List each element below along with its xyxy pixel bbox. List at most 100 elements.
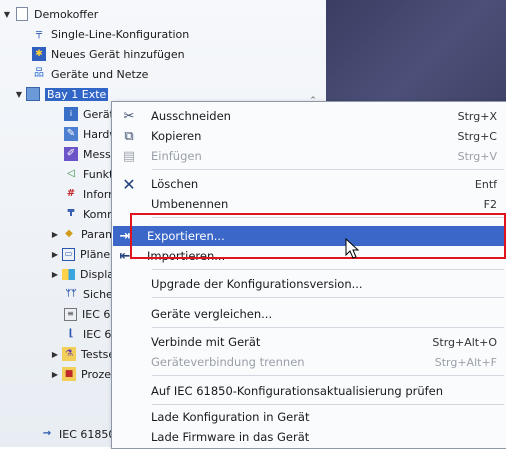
menu-item-import[interactable]: ⇤ Importieren...	[113, 246, 505, 266]
menu-item-label: Geräte vergleichen...	[151, 307, 273, 321]
menu-item-shortcut: Strg+Alt+O	[432, 335, 497, 349]
menu-item-label: Auf IEC 61850-Konfigurationsaktualisieru…	[151, 384, 444, 398]
export-arrow-icon: ⇥	[119, 228, 131, 244]
blank-icon	[119, 428, 139, 446]
menu-item-rename[interactable]: Umbenennen F2	[113, 194, 505, 214]
import-arrow-icon: ⇤	[119, 248, 131, 264]
device-info-icon: i	[64, 107, 78, 121]
tree-item-display[interactable]: ▶ Display	[50, 264, 121, 284]
menu-item-label: Verbinde mit Gerät	[151, 335, 261, 349]
expand-arrow-icon[interactable]: ▶	[50, 250, 60, 259]
menu-item-connect-device[interactable]: Verbinde mit Gerät Strg+Alt+O	[113, 332, 505, 352]
expand-arrow-icon[interactable]: ▶	[50, 350, 60, 359]
menu-separator	[152, 269, 504, 270]
tree-item-devices-networks[interactable]: 品 Geräte und Netze	[32, 64, 148, 84]
menu-item-label: Upgrade der Konfigurationsversion...	[151, 277, 363, 291]
measurement-icon: ✐	[64, 147, 78, 161]
add-device-icon: ✱	[32, 47, 46, 61]
collapse-arrow-icon[interactable]: ▼	[2, 10, 12, 19]
menu-item-copy[interactable]: ⧉ Kopieren Strg+C	[113, 126, 505, 146]
menu-separator	[152, 169, 504, 170]
iec-icon: ≡	[64, 307, 77, 321]
blank-icon	[119, 408, 139, 426]
iec-icon: ⌊	[68, 328, 74, 339]
parameter-icon: ◆	[65, 228, 73, 239]
tree-item-label: IEC 61850	[59, 427, 116, 441]
tree-item-param[interactable]: ▶ ◆ Param	[50, 224, 116, 244]
blank-icon	[119, 275, 139, 293]
process-icon: ■	[62, 367, 76, 381]
display-icon	[62, 268, 75, 280]
tree-item-iec61850[interactable]: → IEC 61850	[40, 424, 116, 444]
expand-arrow-icon[interactable]: ▶	[50, 230, 60, 239]
menu-item-load-config[interactable]: Lade Konfiguration in Gerät	[113, 407, 505, 427]
test-sequence-icon: ⚗	[62, 347, 76, 361]
menu-item-label: Kopieren	[151, 129, 202, 143]
menu-item-load-firmware[interactable]: Lade Firmware in das Gerät	[113, 427, 505, 447]
delete-x-icon: ✕	[122, 174, 136, 194]
menu-separator	[152, 404, 504, 405]
tree-item-add-device[interactable]: ✱ Neues Gerät hinzufügen	[32, 44, 185, 64]
tree-item-label: Pläne	[80, 247, 111, 261]
menu-item-shortcut: Strg+V	[457, 149, 497, 163]
menu-item-label: Geräteverbindung trennen	[151, 355, 305, 369]
menu-item-delete[interactable]: ✕ Löschen Entf	[113, 174, 505, 194]
blank-icon	[119, 333, 139, 351]
info-routing-icon: #	[66, 188, 76, 199]
menu-item-shortcut: Strg+C	[457, 129, 497, 143]
security-icon: ᛘᛘ	[65, 289, 77, 299]
scissors-icon: ✂	[123, 108, 135, 124]
blank-icon	[119, 353, 139, 371]
menu-separator	[152, 327, 504, 328]
single-line-icon: ╤	[35, 28, 43, 39]
tree-item-demokoffer[interactable]: ▼ Demokoffer	[2, 4, 98, 24]
menu-item-shortcut: Entf	[474, 177, 497, 191]
network-icon: 品	[34, 68, 44, 79]
tree-item-label: Bay 1 Exte	[45, 87, 109, 101]
tree-item-label: Single-Line-Konfiguration	[51, 27, 190, 41]
communication-icon: ₸	[67, 208, 75, 219]
folder-icon	[16, 7, 28, 21]
paste-icon: ▤	[122, 148, 136, 164]
context-menu: ✂ Ausschneiden Strg+X ⧉ Kopieren Strg+C …	[111, 101, 506, 449]
menu-separator	[152, 375, 504, 376]
menu-item-export[interactable]: ⇥ Exportieren...	[113, 226, 505, 246]
tree-item-bay1[interactable]: ▼ Bay 1 Exte	[14, 84, 109, 104]
menu-item-check-iec-update[interactable]: Auf IEC 61850-Konfigurationsaktualisieru…	[113, 381, 505, 401]
menu-separator	[152, 297, 504, 298]
expand-arrow-icon[interactable]: ▶	[50, 370, 60, 379]
menu-item-paste[interactable]: ▤ Einfügen Strg+V	[113, 146, 505, 166]
menu-item-label: Importieren...	[147, 249, 226, 263]
iec-link-icon: →	[42, 428, 52, 439]
plans-icon: ▭	[62, 247, 75, 261]
menu-item-shortcut: F2	[483, 197, 497, 211]
menu-item-disconnect-device[interactable]: Geräteverbindung trennen Strg+Alt+F	[113, 352, 505, 372]
menu-item-label: Lade Firmware in das Gerät	[151, 430, 310, 444]
menu-item-compare-devices[interactable]: Geräte vergleichen...	[113, 304, 505, 324]
tree-item-label: Demokoffer	[34, 7, 99, 21]
blank-icon	[119, 305, 139, 323]
menu-separator	[152, 217, 504, 218]
menu-item-label: Löschen	[151, 177, 199, 191]
menu-item-shortcut: Strg+X	[457, 109, 497, 123]
menu-item-label: Umbenennen	[151, 197, 229, 211]
tree-item-plaene[interactable]: ▶ ▭ Pläne	[50, 244, 110, 264]
menu-item-label: Einfügen	[151, 149, 202, 163]
hardware-icon: ✎	[64, 127, 78, 141]
expand-arrow-icon[interactable]: ▶	[50, 270, 60, 279]
tree-item-label: Neues Gerät hinzufügen	[51, 47, 185, 61]
blank-icon	[119, 382, 139, 400]
copy-icon: ⧉	[124, 128, 134, 144]
device-icon	[26, 87, 40, 101]
tree-item-komm[interactable]: ₸ Komm	[64, 204, 118, 224]
menu-item-cut[interactable]: ✂ Ausschneiden Strg+X	[113, 106, 505, 126]
menu-item-shortcut: Strg+Alt+F	[434, 355, 497, 369]
menu-item-label: Ausschneiden	[151, 109, 231, 123]
collapse-arrow-icon[interactable]: ▼	[14, 90, 24, 99]
tree-item-single-line[interactable]: ╤ Single-Line-Konfiguration	[32, 24, 189, 44]
menu-item-label: Lade Konfiguration in Gerät	[151, 410, 310, 424]
rename-icon	[119, 195, 139, 213]
menu-item-upgrade-config[interactable]: Upgrade der Konfigurationsversion...	[113, 274, 505, 294]
tree-item-label: Geräte und Netze	[51, 67, 149, 81]
function-icon: ◁	[67, 168, 75, 179]
